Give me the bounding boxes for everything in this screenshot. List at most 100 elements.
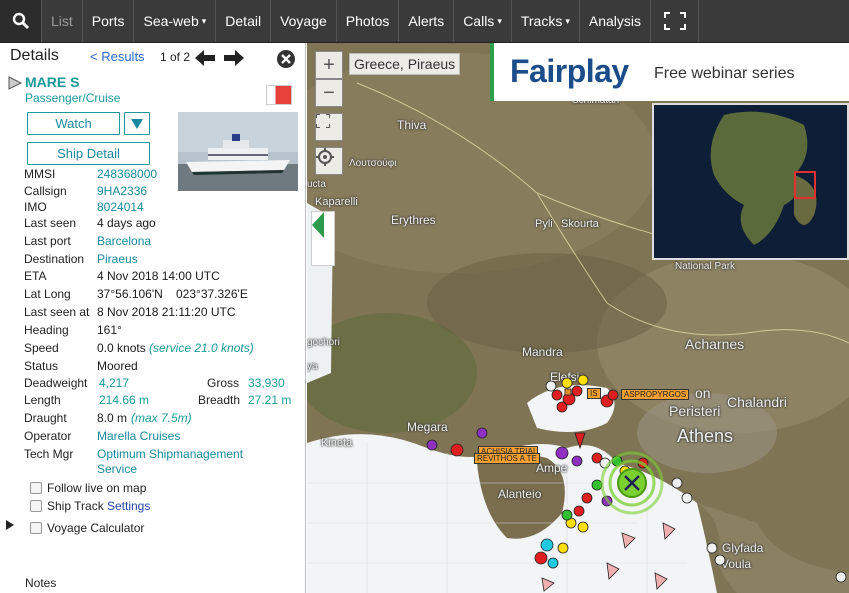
vessel-photo[interactable] (178, 112, 298, 191)
ad-tagline: Free webinar series (654, 65, 795, 82)
fullscreen-icon (663, 12, 686, 30)
operator-label: Operator (24, 429, 72, 443)
nav-sea-web[interactable]: Sea-web ▾ (134, 0, 217, 42)
expand-triangle-icon[interactable] (8, 76, 22, 90)
status-value: Moored (97, 359, 138, 373)
overview-map[interactable] (652, 103, 849, 260)
ship-track-settings-link[interactable]: Settings (107, 499, 150, 515)
prev-arrow-icon[interactable] (195, 50, 215, 66)
latlong-label: Lat Long (24, 287, 71, 301)
caret-down-icon: ▾ (497, 15, 502, 26)
last-port-value[interactable]: Barcelona (97, 234, 151, 250)
speed-value: 0.0 knots (97, 341, 146, 355)
vessel-marker (571, 385, 583, 397)
callsign-label: Callsign (24, 184, 67, 198)
vessel-marker (581, 492, 593, 504)
nav-label: Alerts (408, 13, 445, 29)
expand-arrow-icon[interactable] (6, 520, 14, 530)
nav-tracks[interactable]: Tracks ▾ (512, 0, 580, 42)
nav-ports[interactable]: Ports (83, 0, 135, 42)
details-panel: Details < Results 1 of 2 MARE S Passenge… (0, 43, 306, 593)
last-seen-value: 4 days ago (97, 216, 156, 230)
map-view[interactable]: Thiva Erythres Pyli Skourta Kaparelli Λο… (307, 43, 849, 593)
chevron-left-icon (312, 212, 324, 238)
fullscreen-button[interactable] (651, 0, 699, 42)
nav-label: Ports (91, 13, 125, 29)
vessel-marker (662, 522, 676, 540)
results-link[interactable]: < Results (90, 49, 145, 64)
ship-track-checkbox[interactable] (30, 500, 42, 512)
mmsi-value[interactable]: 248368000 (97, 167, 157, 183)
voyage-calculator-checkbox[interactable] (30, 522, 42, 534)
vessel-marker (561, 509, 573, 521)
techmgr-value-line1[interactable]: Optimum Shipmanagement (97, 447, 243, 463)
vessel-marker (574, 432, 586, 450)
pager-text: 1 of 2 (160, 50, 191, 64)
search-button[interactable] (0, 0, 42, 42)
nav-label: Sea-web (143, 13, 199, 29)
overview-map-image (654, 105, 847, 258)
breadth-value: 27.21 m (248, 393, 292, 407)
nav-label: Calls (463, 13, 495, 29)
watch-dropdown-button[interactable] (124, 112, 150, 135)
vessel-marker (621, 532, 636, 549)
vessel-marker (706, 542, 718, 554)
longitude-value: 023°37.326'E (176, 287, 248, 301)
vessel-marker (591, 479, 603, 491)
watch-button[interactable]: Watch (27, 112, 120, 135)
vessel-marker (450, 443, 464, 457)
zoom-in-button[interactable]: + (315, 51, 343, 79)
vessel-marker (540, 538, 554, 552)
vessel-marker (573, 505, 585, 517)
vessel-marker (577, 374, 589, 386)
vessel-marker (607, 389, 619, 401)
vessel-marker (654, 572, 668, 590)
ship-label-aspropyrgos[interactable]: ASPROPYRGOS (621, 389, 690, 400)
nav-detail[interactable]: Detail (216, 0, 272, 42)
ship-detail-button[interactable]: Ship Detail (27, 142, 150, 165)
operator-value[interactable]: Marella Cruises (97, 429, 180, 445)
nav-voyage[interactable]: Voyage (271, 0, 337, 42)
nav-label: Photos (345, 13, 390, 29)
vessel-marker (714, 554, 726, 566)
nav-label: Voyage (280, 13, 327, 29)
imo-value[interactable]: 8024014 (97, 200, 144, 216)
locate-button[interactable] (315, 147, 343, 175)
vessel-marker (564, 388, 572, 396)
destination-value[interactable]: Piraeus (97, 252, 138, 268)
ship-label-revitho[interactable]: REVITHOS A TE (474, 453, 540, 464)
techmgr-value-line2[interactable]: Service (97, 462, 137, 478)
nav-calls[interactable]: Calls ▾ (454, 0, 512, 42)
collapse-panel-button[interactable] (311, 211, 335, 266)
callsign-value[interactable]: 9HA2336 (97, 184, 147, 200)
techmgr-label: Tech Mgr (24, 447, 74, 461)
vessel-marker (577, 521, 589, 533)
nav-photos[interactable]: Photos (337, 0, 400, 42)
next-arrow-icon[interactable] (224, 50, 244, 66)
nav-label: Analysis (588, 13, 641, 29)
nav-label: List (51, 13, 73, 29)
nav-label: Detail (225, 13, 262, 29)
follow-live-checkbox[interactable] (30, 482, 42, 494)
vessel-marker (426, 439, 438, 451)
crosshair-icon (316, 148, 334, 166)
caret-down-icon: ▾ (565, 15, 570, 26)
heading-label: Heading (24, 323, 69, 337)
close-icon[interactable] (276, 49, 296, 69)
nav-alerts[interactable]: Alerts (399, 0, 455, 42)
map-fullscreen-button[interactable] (315, 113, 343, 141)
vessel-name: MARE S (25, 74, 80, 90)
draught-value: 8.0 m (97, 411, 128, 425)
expand-icon (316, 114, 330, 128)
ship-label-elefsis[interactable]: IS (587, 388, 601, 399)
top-navigation-bar: List Ports Sea-web ▾ Detail Voyage Photos Alert… (0, 0, 849, 43)
ad-banner[interactable]: Fairplay Free webinar series (490, 43, 849, 101)
zoom-out-button[interactable]: − (315, 79, 343, 107)
mmsi-label: MMSI (24, 167, 56, 181)
last-seen-at-label: Last seen at (24, 305, 90, 319)
destination-label: Destination (24, 252, 85, 266)
nav-analysis[interactable]: Analysis (580, 0, 651, 42)
nav-list[interactable]: List (42, 0, 83, 42)
length-label: Length (24, 393, 61, 407)
vessel-marker (557, 542, 569, 554)
